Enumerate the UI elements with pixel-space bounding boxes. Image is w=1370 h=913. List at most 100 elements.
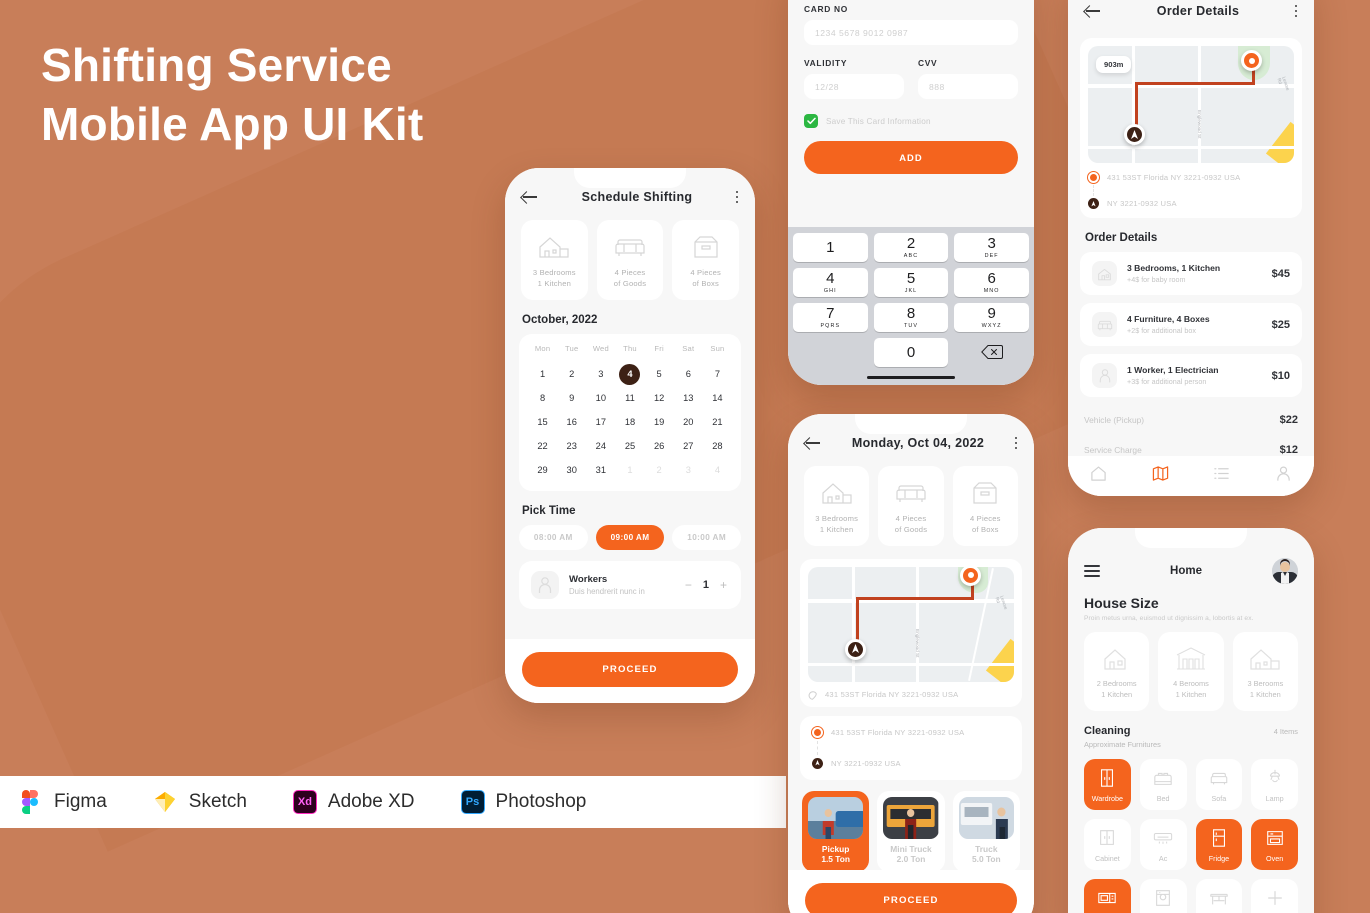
calendar-day[interactable]: 1 xyxy=(528,362,557,386)
house-size-card[interactable]: 3 Berooms 1 Kitchen xyxy=(1232,632,1298,711)
calendar-day[interactable]: 11 xyxy=(615,386,644,410)
vehicle-card[interactable]: Pickup 1.5 Ton xyxy=(802,790,870,872)
keypad-key-1[interactable]: 1 xyxy=(793,232,868,262)
calendar-day[interactable]: 26 xyxy=(645,434,674,458)
keypad-backspace[interactable] xyxy=(954,338,1029,367)
back-icon[interactable] xyxy=(804,436,822,450)
furniture-cell[interactable]: Lamp xyxy=(1251,758,1298,810)
chip-boxes[interactable]: 4 Pieces of Boxs xyxy=(952,466,1018,546)
calendar-day[interactable]: 20 xyxy=(674,410,703,434)
calendar-day[interactable]: 1 xyxy=(615,458,644,482)
calendar-day[interactable]: 16 xyxy=(557,410,586,434)
calendar-day[interactable]: 3 xyxy=(586,362,615,386)
furniture-cell[interactable]: Fridge xyxy=(1195,818,1243,870)
vehicle-card[interactable]: Truck 5.0 Ton xyxy=(952,790,1020,872)
keypad-key-2[interactable]: 2 ABC xyxy=(873,232,949,262)
nav-map[interactable] xyxy=(1152,465,1169,487)
calendar-day[interactable]: 14 xyxy=(703,386,732,410)
calendar-day[interactable]: 7 xyxy=(703,362,732,386)
nav-home[interactable] xyxy=(1090,465,1107,487)
calendar-day[interactable]: 31 xyxy=(586,458,615,482)
keypad-key-8[interactable]: 8 TUV xyxy=(873,302,949,332)
house-size-card[interactable]: 2 Bedrooms 1 Kitchen xyxy=(1084,632,1150,711)
calendar-day[interactable]: 18 xyxy=(615,410,644,434)
calendar-day[interactable]: 10 xyxy=(586,386,615,410)
chip-goods[interactable]: 4 Pieces of Goods xyxy=(596,220,664,300)
calendar-day[interactable]: 28 xyxy=(703,434,732,458)
calendar-day[interactable]: 3 xyxy=(674,458,703,482)
furniture-cell[interactable]: Oven xyxy=(1251,818,1298,870)
cvv-input[interactable]: 888 xyxy=(918,74,1018,99)
kebab-menu-icon[interactable] xyxy=(735,190,739,204)
back-icon[interactable] xyxy=(521,190,539,204)
validity-input[interactable]: 12/28 xyxy=(804,74,904,99)
avatar[interactable] xyxy=(1271,558,1298,584)
time-slot[interactable]: 09:00 AM xyxy=(595,524,665,550)
save-card-row[interactable]: Save This Card Information xyxy=(804,114,1018,128)
furniture-cell[interactable] xyxy=(1139,878,1187,913)
distance-badge: 903m xyxy=(1096,56,1132,73)
hamburger-menu-icon[interactable] xyxy=(1084,565,1100,577)
nav-orders[interactable] xyxy=(1213,465,1230,487)
back-icon[interactable] xyxy=(1084,4,1102,18)
workers-stepper[interactable]: − 1 + xyxy=(683,578,729,592)
calendar-day[interactable]: 5 xyxy=(645,362,674,386)
calendar-day[interactable]: 23 xyxy=(557,434,586,458)
calendar-day[interactable]: 17 xyxy=(586,410,615,434)
calendar-day[interactable]: 15 xyxy=(528,410,557,434)
route-map[interactable]: 903m Englewood St Lenore Rd xyxy=(1088,46,1294,163)
decrement-button[interactable]: − xyxy=(683,578,694,592)
time-slot[interactable]: 10:00 AM xyxy=(672,524,742,550)
calendar-day[interactable]: 6 xyxy=(674,362,703,386)
kebab-menu-icon[interactable] xyxy=(1014,436,1018,450)
calendar-day[interactable]: 25 xyxy=(615,434,644,458)
keypad-key-0[interactable]: 0 xyxy=(873,337,949,367)
vehicle-photo xyxy=(883,796,939,839)
calendar-day-selected[interactable]: 4 xyxy=(615,362,644,386)
chip-bedrooms[interactable]: 3 Bedrooms 1 Kitchen xyxy=(804,466,870,546)
add-card-button[interactable]: ADD xyxy=(804,141,1018,174)
kebab-menu-icon[interactable] xyxy=(1294,4,1298,18)
furniture-cell[interactable]: Wardrobe xyxy=(1084,758,1131,810)
nav-profile[interactable] xyxy=(1275,465,1292,487)
furniture-cell[interactable]: Bed xyxy=(1139,758,1187,810)
calendar-day[interactable]: 24 xyxy=(586,434,615,458)
keypad-key-9[interactable]: 9 WXYZ xyxy=(954,302,1029,332)
calendar-day[interactable]: 22 xyxy=(528,434,557,458)
keypad-key-3[interactable]: 3 DEF xyxy=(954,232,1029,262)
proceed-button[interactable]: PROCEED xyxy=(805,883,1017,913)
keypad-key-6[interactable]: 6 MNO xyxy=(954,267,1029,297)
calendar-day[interactable]: 8 xyxy=(528,386,557,410)
chip-bedrooms[interactable]: 3 Bedrooms 1 Kitchen xyxy=(521,220,588,300)
furniture-cell[interactable]: Cabinet xyxy=(1084,818,1131,870)
calendar-day[interactable]: 21 xyxy=(703,410,732,434)
calendar-day[interactable]: 27 xyxy=(674,434,703,458)
calendar-day[interactable]: 19 xyxy=(645,410,674,434)
house-size-card[interactable]: 4 Berooms 1 Kitchen xyxy=(1158,632,1224,711)
chip-goods[interactable]: 4 Pieces of Goods xyxy=(878,466,944,546)
calendar-day[interactable]: 13 xyxy=(674,386,703,410)
proceed-button[interactable]: PROCEED xyxy=(522,652,738,687)
card-no-input[interactable]: 1234 5678 9012 0987 xyxy=(804,20,1018,45)
calendar-day[interactable]: 30 xyxy=(557,458,586,482)
calendar-day[interactable]: 2 xyxy=(645,458,674,482)
time-slot[interactable]: 08:00 AM xyxy=(519,524,588,550)
calendar-day[interactable]: 9 xyxy=(557,386,586,410)
vehicle-card[interactable]: Mini Truck 2.0 Ton xyxy=(877,790,945,872)
chip-boxes[interactable]: 4 Pieces of Boxs xyxy=(672,220,740,300)
keypad-key-4[interactable]: 4 GHI xyxy=(793,267,868,297)
furniture-cell[interactable] xyxy=(1251,878,1298,913)
keypad-key-7[interactable]: 7 PQRS xyxy=(793,302,868,332)
furniture-cell[interactable]: Sofa xyxy=(1195,758,1243,810)
furniture-cell[interactable] xyxy=(1195,878,1243,913)
furniture-cell[interactable]: Ac xyxy=(1139,818,1187,870)
route-map[interactable]: Englewood St Lenore Rd xyxy=(808,566,1014,682)
calendar-day[interactable]: 2 xyxy=(557,362,586,386)
calendar-day[interactable]: 29 xyxy=(528,458,557,482)
calendar-day[interactable]: 12 xyxy=(645,386,674,410)
calendar-day[interactable]: 4 xyxy=(703,458,732,482)
increment-button[interactable]: + xyxy=(718,578,729,592)
keypad-key-5[interactable]: 5 JKL xyxy=(873,267,949,297)
checkbox-checked-icon[interactable] xyxy=(804,114,818,128)
furniture-cell[interactable] xyxy=(1084,878,1131,913)
